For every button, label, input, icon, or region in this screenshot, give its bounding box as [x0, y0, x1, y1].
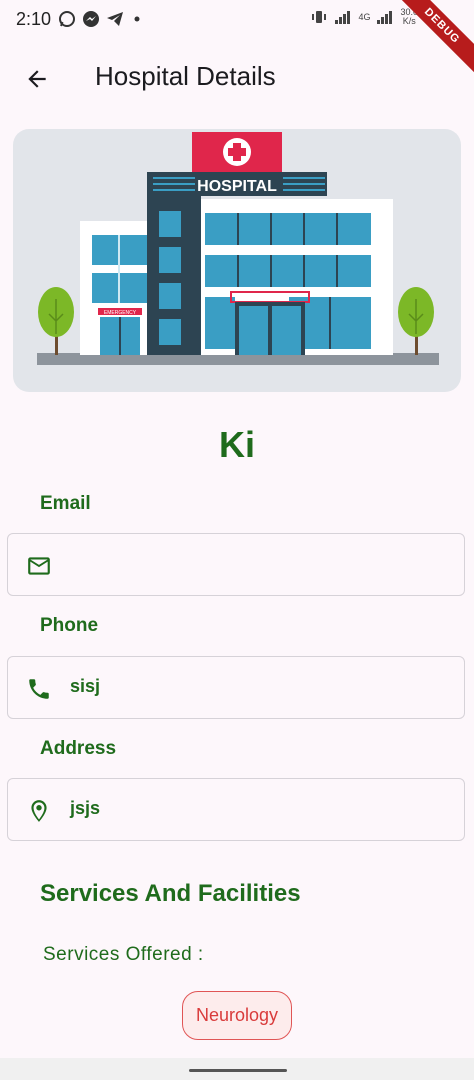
services-offered-label: Services Offered : [43, 944, 204, 965]
location-pin-icon [31, 800, 47, 822]
arrow-back-icon [28, 70, 46, 88]
phone-icon [29, 679, 49, 699]
network-speed-unit: K/s [402, 16, 416, 26]
page-title: Hospital Details [95, 61, 276, 91]
address-field[interactable]: jsjs [7, 778, 465, 841]
phone-value: sisj [70, 676, 101, 696]
hospital-image: EMERGENCY HOSPITAL [13, 129, 461, 392]
vibrate-icon [312, 11, 327, 23]
back-button[interactable] [20, 62, 54, 96]
home-indicator[interactable] [189, 1069, 287, 1072]
notification-icons [58, 10, 144, 28]
address-value: jsjs [70, 798, 101, 818]
service-chip-neurology[interactable]: Neurology [182, 991, 292, 1040]
hospital-sign: HOSPITAL [197, 178, 277, 195]
mail-icon [28, 557, 50, 575]
emergency-sign: EMERGENCY [104, 310, 137, 316]
network-type: 4G [358, 11, 371, 22]
hospital-name: Ki [219, 424, 255, 465]
phone-label: Phone [40, 615, 99, 636]
phone-field[interactable]: sisj [7, 656, 465, 719]
signal-icon [377, 11, 393, 24]
email-label: Email [40, 493, 91, 514]
dot-icon [134, 16, 140, 22]
telegram-icon [107, 12, 123, 26]
status-time: 2:10 [16, 9, 52, 29]
signal-icon [335, 11, 351, 24]
messenger-icon [83, 11, 99, 27]
email-field[interactable] [7, 533, 465, 596]
hospital-illustration: EMERGENCY HOSPITAL [37, 132, 439, 365]
whatsapp-icon [59, 11, 75, 27]
system-icons: 4G 30.0 K/s [310, 8, 418, 26]
services-section-title: Services And Facilities [40, 880, 301, 907]
status-bar: 2:10 4G 30.0 K/s [0, 0, 474, 42]
address-label: Address [40, 738, 117, 759]
app-bar: Hospital Details [0, 46, 474, 110]
